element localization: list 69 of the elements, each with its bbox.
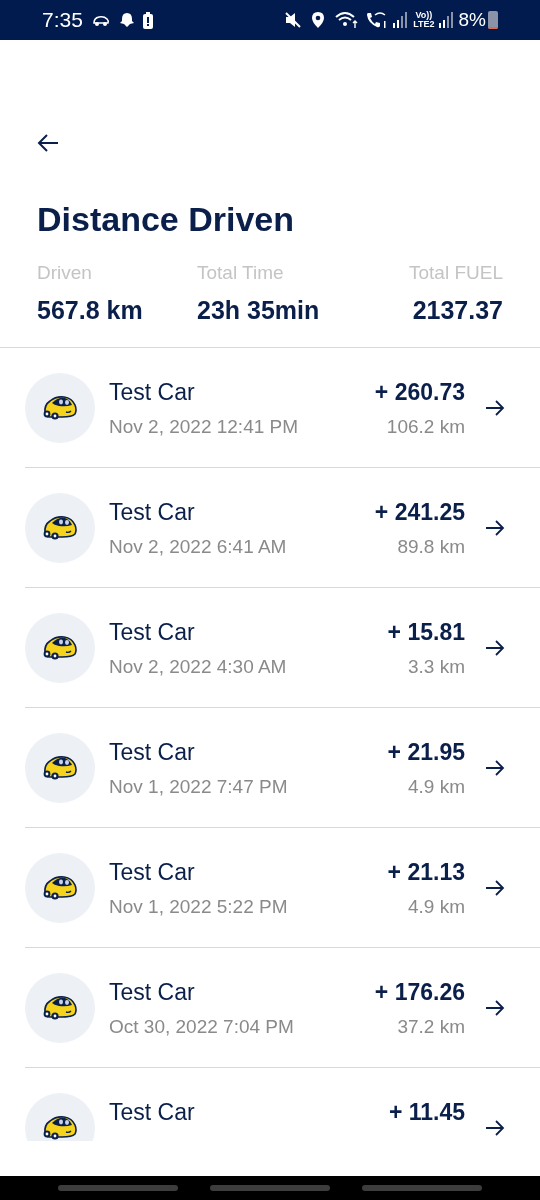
trip-distance: 3.3 km (407, 654, 465, 679)
chevron-arrow-icon[interactable] (485, 879, 505, 897)
car-name: Test Car (109, 737, 196, 766)
car-icon (42, 995, 78, 1021)
chevron-arrow-icon[interactable] (485, 999, 505, 1017)
car-icon (42, 755, 78, 781)
nav-handle[interactable] (58, 1185, 178, 1191)
fuel-amount: + 260.73 (374, 377, 465, 406)
trip-row[interactable]: Test Car Nov 1, 2022 5:22 PM + 21.13 4.9 km (0, 828, 540, 948)
stat-label: Total FUEL (409, 261, 503, 285)
chevron-arrow-icon[interactable] (485, 639, 505, 657)
wifi-icon (335, 11, 360, 29)
car-name: Test Car (109, 497, 196, 526)
fuel-amount: + 15.81 (387, 617, 465, 646)
trip-row[interactable]: Test Car Nov 2, 2022 12:41 PM + 260.73 106.2 km (0, 348, 540, 468)
stat-value: 2137.37 (412, 295, 503, 325)
nav-handle[interactable] (362, 1185, 482, 1191)
car-icon (42, 1115, 78, 1141)
stat-value: 23h 35min (197, 295, 321, 325)
trip-date: Oct 30, 2022 7:04 PM (109, 1014, 295, 1039)
signal-icon (438, 12, 453, 28)
car-name: Test Car (109, 377, 196, 406)
fuel-amount: + 11.45 (388, 1097, 465, 1126)
trip-row[interactable]: Test Car Oct 30, 2022 7:04 PM + 176.26 37.2 km (0, 948, 540, 1068)
location-icon (311, 11, 326, 29)
chevron-arrow-icon[interactable] (485, 1119, 505, 1137)
stat-label: Driven (37, 261, 93, 285)
stat-label: Total Time (197, 261, 285, 285)
car-icon (42, 875, 78, 901)
car-icon (42, 515, 78, 541)
trip-date: Nov 2, 2022 12:41 PM (109, 414, 300, 439)
trip-distance: 89.8 km (397, 534, 465, 559)
nav-handle[interactable] (210, 1185, 330, 1191)
chevron-arrow-icon[interactable] (485, 519, 505, 537)
trip-date: Nov 2, 2022 4:30 AM (109, 654, 288, 679)
battery-icon (488, 11, 498, 29)
trip-distance: 37.2 km (397, 1014, 465, 1039)
car-icon (42, 635, 78, 661)
car-name: Test Car (109, 857, 196, 886)
chevron-arrow-icon[interactable] (485, 759, 505, 777)
network-label: Vo)) (415, 11, 433, 20)
stat-value: 567.8 km (37, 295, 144, 325)
fuel-amount: + 21.95 (387, 737, 465, 766)
battery-percent: 8% (458, 7, 486, 32)
trip-distance: 106.2 km (386, 414, 465, 439)
fuel-amount: + 21.13 (387, 857, 465, 886)
car-notification-icon (90, 13, 111, 27)
page-title: Distance Driven (37, 199, 295, 239)
trip-row[interactable]: Test Car Nov 1, 2022 7:47 PM + 21.95 4.9 km (0, 708, 540, 828)
car-name: Test Car (109, 1097, 196, 1126)
car-icon (42, 395, 78, 421)
trip-row[interactable]: Test Car Nov 2, 2022 4:30 AM + 15.81 3.3 km (0, 588, 540, 708)
battery-alert-icon (142, 11, 153, 29)
trip-date: Nov 1, 2022 5:22 PM (109, 894, 289, 919)
trip-date: Nov 1, 2022 7:47 PM (109, 774, 289, 799)
car-name: Test Car (109, 617, 196, 646)
trip-distance: 4.9 km (407, 774, 465, 799)
trip-date: Nov 2, 2022 6:41 AM (109, 534, 288, 559)
trip-distance: 4.9 km (407, 894, 465, 919)
back-arrow-icon[interactable] (37, 133, 59, 153)
network-label: LTE2 (413, 20, 435, 29)
trip-row[interactable]: Test Car Nov 2, 2022 6:41 AM + 241.25 89.8 km (0, 468, 540, 588)
signal-icon (393, 12, 408, 28)
mute-icon (284, 11, 303, 29)
status-time: 7:35 (42, 7, 83, 34)
fuel-amount: + 176.26 (374, 977, 465, 1006)
car-name: Test Car (109, 977, 196, 1006)
chevron-arrow-icon[interactable] (485, 399, 505, 417)
fuel-amount: + 241.25 (374, 497, 465, 526)
